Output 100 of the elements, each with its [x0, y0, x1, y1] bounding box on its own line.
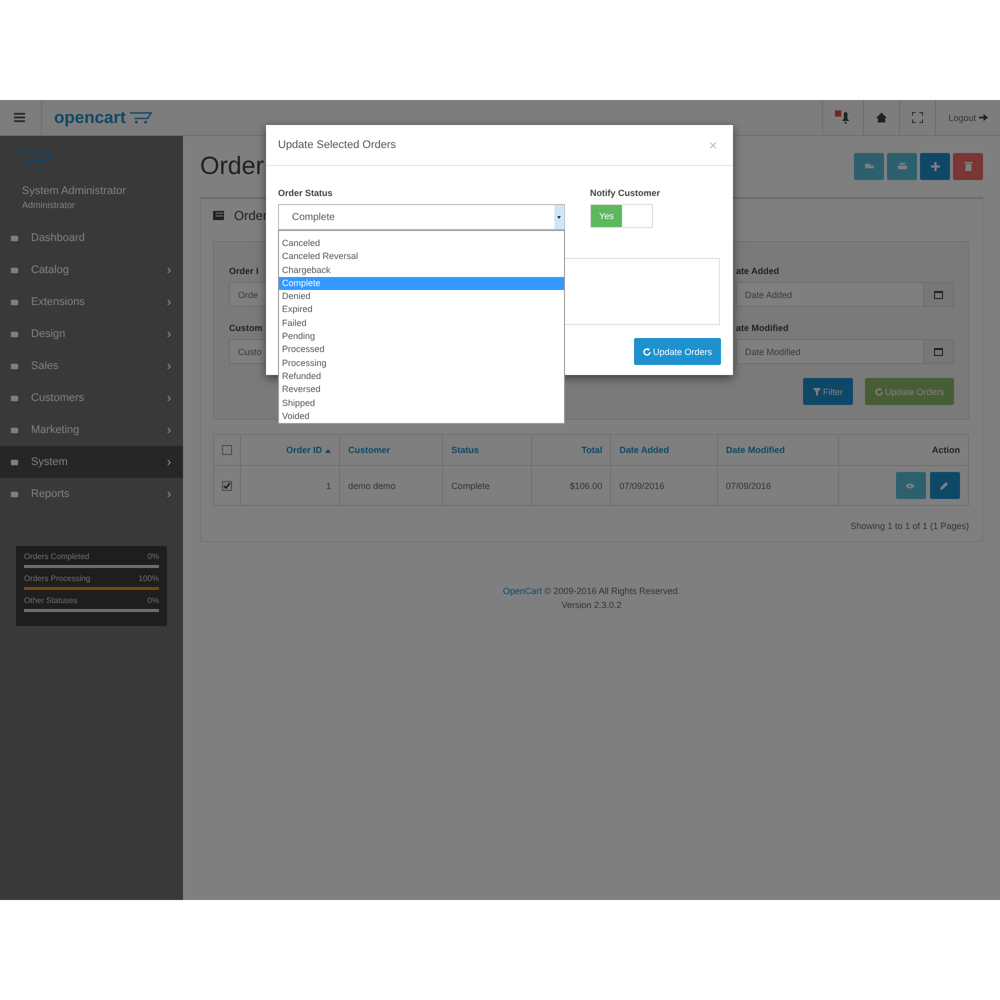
copyright-text: © 2009-2016 All Rights Reserved. — [544, 586, 680, 596]
panel-title: Order — [234, 208, 268, 222]
notify-label: Notify Customer — [590, 188, 660, 198]
chevron-right-icon — [167, 458, 171, 466]
dropdown-option[interactable]: Pending — [279, 330, 564, 344]
sort-caret-icon — [325, 449, 332, 453]
refresh-icon — [642, 348, 651, 356]
table-cell: Complete — [451, 480, 490, 490]
column-header[interactable]: Date Modified — [726, 445, 785, 455]
update-orders-button[interactable]: Update Orders — [634, 338, 721, 365]
dropdown-option[interactable]: Processed — [279, 343, 564, 357]
column-header[interactable]: Customer — [348, 445, 390, 455]
calendar-button[interactable] — [924, 339, 954, 364]
dropdown-option[interactable]: Failed — [279, 316, 564, 330]
edit-button[interactable] — [930, 472, 960, 499]
calendar-icon — [934, 347, 943, 356]
chevron-right-icon — [167, 298, 171, 306]
chevron-right-icon — [167, 266, 171, 274]
chevron-right-icon — [167, 394, 171, 402]
bell-icon[interactable] — [835, 110, 852, 125]
dropdown-option[interactable]: Shipped — [279, 396, 564, 410]
nav-item[interactable]: Customers — [0, 382, 183, 414]
dropdown-option[interactable]: Processing — [279, 356, 564, 370]
modal-title: Update Selected Orders — [278, 139, 396, 151]
notify-toggle[interactable]: Yes — [590, 204, 653, 228]
chevron-right-icon — [167, 362, 171, 370]
table-cell: demo demo — [348, 480, 396, 490]
column-header[interactable]: Status — [451, 445, 479, 455]
calendar-button[interactable] — [924, 282, 954, 307]
calendar-icon — [934, 290, 943, 299]
nav-item[interactable]: Reports — [0, 478, 183, 510]
filter-label: Custom — [229, 323, 262, 333]
dropdown-option[interactable]: Complete — [279, 276, 564, 290]
dropdown-option[interactable]: Chargeback — [279, 264, 564, 277]
version-text: Version 2.3.0.2 — [560, 599, 623, 612]
filter-button[interactable]: Filter — [802, 378, 853, 405]
dropdown-option[interactable]: Expired — [279, 303, 564, 317]
pencil-icon — [940, 482, 948, 490]
page-title: Order — [200, 152, 264, 181]
add-button[interactable] — [920, 153, 950, 180]
stat-label: Orders Completed — [24, 552, 90, 561]
nav-item[interactable]: Marketing — [0, 414, 183, 446]
print-icon — [898, 162, 906, 171]
table-cell: 1 — [326, 480, 332, 490]
nav-item[interactable]: Sales — [0, 350, 183, 382]
close-button[interactable]: × — [704, 137, 721, 153]
nav-item[interactable]: System — [0, 446, 183, 478]
filter-field[interactable]: Date Added — [736, 282, 924, 307]
table-cell: $106.00 — [570, 480, 602, 490]
trash-icon — [964, 162, 972, 171]
caret-icon — [554, 205, 564, 229]
select-all-checkbox[interactable] — [222, 445, 232, 456]
dropdown-option[interactable]: Canceled Reversal — [279, 250, 564, 264]
row-checkbox[interactable] — [222, 480, 232, 491]
user-role: Administrator — [22, 200, 76, 210]
refresh-icon — [874, 388, 883, 396]
chevron-right-icon — [167, 426, 171, 434]
nav-item[interactable]: Design — [0, 318, 183, 350]
home-icon[interactable] — [876, 112, 888, 123]
column-header[interactable]: Total — [581, 445, 602, 455]
filter-label: ate Added — [736, 266, 780, 276]
nav-item[interactable]: Extensions — [0, 286, 183, 318]
eye-icon — [906, 482, 914, 490]
filter-icon — [812, 388, 821, 396]
dropdown-option[interactable]: Denied — [279, 290, 564, 304]
column-header[interactable]: Order ID — [286, 445, 332, 455]
stat-value: 0% — [147, 596, 159, 605]
filter-label: Order I — [229, 266, 259, 276]
cart-icon — [128, 111, 153, 124]
stat-label: Other Statuses — [24, 596, 78, 605]
order-status-label: Order Status — [278, 188, 334, 198]
update-orders-button[interactable]: Update Orders — [864, 378, 954, 405]
nav-item[interactable]: Dashboard — [0, 222, 183, 254]
pagination-text: Showing 1 to 1 of 1 (1 Pages) — [849, 520, 969, 531]
dropdown-option[interactable]: Reversed — [279, 383, 564, 397]
filter-field[interactable]: Date Modified — [736, 339, 924, 364]
expand-icon[interactable] — [912, 112, 924, 123]
column-header[interactable]: Action — [932, 445, 960, 455]
table-cell: 07/09/2016 — [619, 480, 664, 490]
plus-icon — [930, 162, 940, 171]
user-name: System Administrator — [22, 185, 127, 197]
stat-value: 0% — [147, 552, 159, 561]
cart-logo-icon — [16, 150, 52, 172]
column-header[interactable]: Date Added — [619, 445, 669, 455]
table-cell: 07/09/2016 — [726, 480, 771, 490]
delete-button[interactable] — [953, 153, 983, 180]
opencart-link[interactable]: OpenCart — [502, 586, 542, 596]
menu-icon[interactable] — [14, 112, 25, 123]
sign-out-icon[interactable] — [979, 113, 988, 122]
dropdown-option[interactable]: Refunded — [279, 370, 564, 384]
dropdown-option[interactable]: Voided — [279, 410, 564, 424]
stat-value: 100% — [138, 574, 159, 583]
order-status-select[interactable]: Complete — [278, 204, 565, 230]
chevron-right-icon — [167, 490, 171, 498]
chevron-right-icon — [167, 330, 171, 338]
logout-link[interactable]: Logout — [948, 112, 976, 122]
dropdown-option[interactable]: Canceled — [279, 237, 564, 250]
filter-label: ate Modified — [736, 323, 789, 333]
list-icon — [213, 210, 224, 220]
nav-item[interactable]: Catalog — [0, 254, 183, 286]
